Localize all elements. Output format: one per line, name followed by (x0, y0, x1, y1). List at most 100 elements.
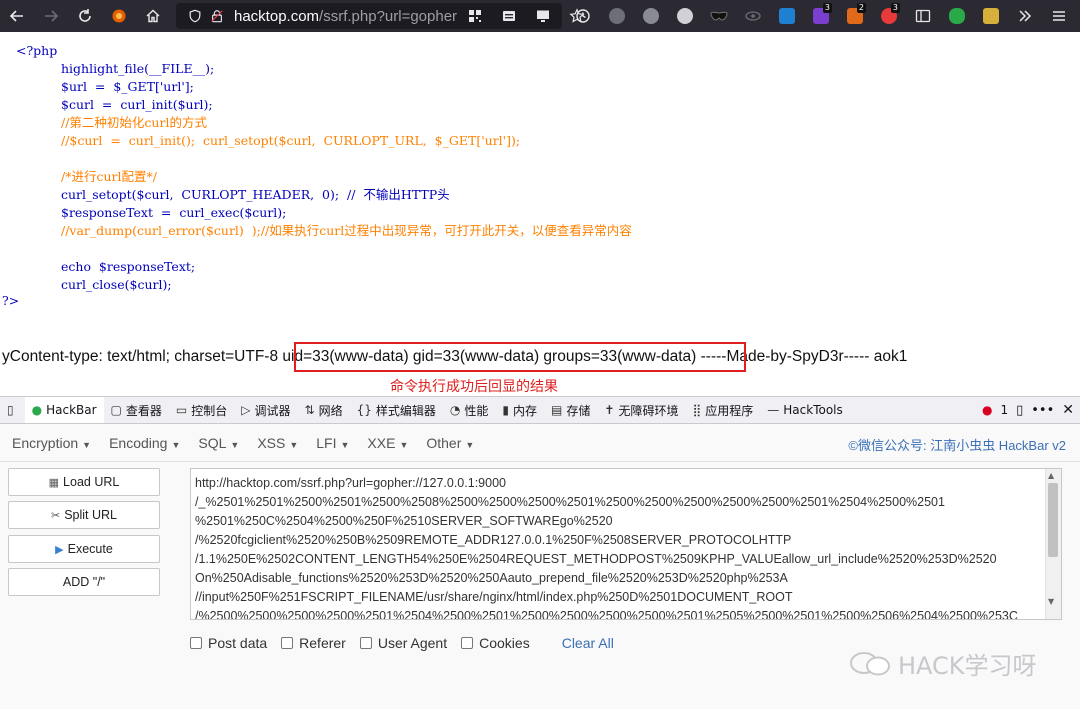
extension-green-icon[interactable] (940, 0, 974, 32)
devtools-tab-icon: {} (356, 403, 372, 417)
extension-dots-icon[interactable]: 3 (872, 0, 906, 32)
hackbar-menu-sql[interactable]: SQL ▼ (198, 435, 239, 451)
option-user-agent[interactable]: User Agent (359, 635, 447, 651)
error-count: 1 (1000, 403, 1009, 417)
devtools-tab-picker[interactable]: ▯ (0, 397, 25, 423)
checkbox[interactable] (190, 637, 202, 649)
execute-button[interactable]: ▶ Execute (8, 535, 160, 563)
screen-icon[interactable] (526, 0, 560, 32)
browser-toolbar: hacktop.com/ssrf.php?url=gopher 3 2 3 (0, 0, 1080, 32)
devtools-tab-item[interactable]: ● HackBar (24, 397, 104, 423)
devtools-tab-icon: ▭ (175, 403, 188, 417)
url-textarea-content[interactable]: http://hacktop.com/ssrf.php?url=gopher:/… (195, 474, 1043, 619)
close-icon[interactable]: ✕ (1062, 402, 1074, 418)
devtools-tab-label: 网络 (318, 403, 343, 418)
devtools-tab-item[interactable]: ⣿ 应用程序 (685, 397, 760, 423)
qr-code-icon[interactable] (458, 0, 492, 32)
reader-view-icon[interactable] (492, 0, 526, 32)
forward-icon[interactable] (34, 0, 68, 32)
hackbar-menu-label: Encoding (109, 434, 168, 451)
php-open-tag: <?php (16, 43, 58, 58)
hackbar-menu-xss[interactable]: XSS ▼ (257, 435, 298, 451)
devtools-tab-item[interactable]: ▢ 查看器 (104, 397, 169, 423)
hackbar-menu-lfi[interactable]: LFI ▼ (316, 435, 349, 451)
devtools-tab-item[interactable]: ⇅ 网络 (298, 397, 350, 423)
home-icon[interactable] (136, 0, 170, 32)
url-text-line: /%2520fcgiclient%2520%250B%2509REMOTE_AD… (195, 533, 792, 547)
extension-bug-icon[interactable] (600, 0, 634, 32)
load-url-button[interactable]: ▦ Load URL (8, 468, 160, 496)
code-line: $url = $_GET['url']; (61, 79, 194, 94)
option-label: Cookies (479, 635, 530, 651)
url-text[interactable]: hacktop.com/ssrf.php?url=gopher (234, 8, 457, 25)
back-icon[interactable] (0, 0, 34, 32)
devtools-tab-icon: ▯ (7, 403, 14, 417)
scroll-down-icon[interactable]: ▼ (1048, 597, 1054, 606)
extension-purple-icon[interactable]: 3 (804, 0, 838, 32)
url-text-line: On%250Adisable_functions%2520%253D%2520%… (195, 571, 788, 585)
reload-icon[interactable] (68, 0, 102, 32)
scroll-up-icon[interactable]: ▲ (1048, 471, 1054, 480)
devtools-tab-item[interactable]: {} 样式编辑器 (350, 397, 443, 423)
scrollbar-thumb[interactable] (1048, 483, 1058, 557)
extension-circle-icon[interactable] (668, 0, 702, 32)
url-text-line: /1.1%250E%2502CONTENT_LENGTH54%250E%2504… (195, 552, 997, 566)
devtools-tab-icon: ▷ (241, 403, 251, 417)
hackbar-menu-encryption[interactable]: Encryption ▼ (12, 435, 91, 451)
extension-mask-icon[interactable] (702, 0, 736, 32)
devtools-tab-item[interactable]: — HackTools (760, 397, 849, 423)
split-url-button[interactable]: ✂ Split URL (8, 501, 160, 529)
add-slash-button[interactable]: ADD "/" (8, 568, 160, 596)
extension-eye-icon[interactable] (736, 0, 770, 32)
devtools-tab-item[interactable]: ▤ 存储 (544, 397, 597, 423)
history-icon[interactable] (566, 0, 600, 32)
lock-icon[interactable] (206, 9, 228, 23)
sidebar-icon[interactable] (906, 0, 940, 32)
devtools-tab-icon: ⇅ (304, 403, 315, 417)
hackbar-menu-xxe[interactable]: XXE ▼ (367, 435, 408, 451)
checkbox[interactable] (281, 637, 294, 649)
extension-w-icon[interactable] (770, 0, 804, 32)
option-cookies[interactable]: Cookies (461, 635, 530, 651)
clear-all-link[interactable]: Clear All (562, 635, 614, 651)
extension-gear-icon[interactable] (634, 0, 668, 32)
devtools-tab-item[interactable]: ▮ 内存 (495, 397, 544, 423)
more-options-icon[interactable]: ••• (1031, 403, 1054, 418)
checkbox[interactable] (359, 637, 372, 649)
watermark-text: HACK学习呀 (898, 652, 1037, 680)
extension-yellow-icon[interactable] (974, 0, 1008, 32)
shield-icon[interactable] (184, 9, 206, 23)
devtools-tab-label: 应用程序 (705, 403, 754, 418)
chevron-down-icon: ▼ (230, 439, 240, 450)
error-icon[interactable]: ● (982, 403, 992, 417)
chevron-down-icon: ▼ (289, 439, 299, 450)
extension-orange-icon[interactable]: 2 (838, 0, 872, 32)
devtools-tab-icon: ▮ (502, 403, 509, 417)
devtools-tab-label: 无障碍环境 (618, 403, 679, 418)
chevron-down-icon: ▼ (171, 439, 181, 450)
devtools-tab-label: HackTools (783, 403, 843, 417)
devtools-tab-icon: ⣿ (692, 403, 702, 417)
firefox-extension-icon[interactable] (102, 0, 136, 32)
option-label: Post data (208, 635, 268, 651)
dock-icon[interactable]: ▯ (1016, 403, 1023, 418)
hackbar-menu-encoding[interactable]: Encoding ▼ (109, 435, 180, 451)
devtools-tab-item[interactable]: ◔ 性能 (443, 397, 496, 423)
hackbar-menu-label: XXE (367, 434, 396, 451)
option-referer[interactable]: Referer (281, 635, 346, 651)
devtools-tab-item[interactable]: ▷ 调试器 (234, 397, 297, 423)
overflow-chevron-icon[interactable] (1008, 0, 1042, 32)
split-url-icon: ✂ (50, 509, 61, 522)
code-line: $responseText = curl_exec($curl); (61, 205, 287, 220)
devtools-tab-label: 存储 (566, 403, 591, 418)
devtools-tab-item[interactable]: ✝ 无障碍环境 (597, 397, 685, 423)
textarea-scrollbar[interactable]: ▲ ▼ (1045, 469, 1061, 619)
execute-label: Execute (67, 542, 113, 556)
checkbox[interactable] (461, 637, 474, 649)
option-post-data[interactable]: Post data (190, 635, 267, 651)
hackbar-menu-other[interactable]: Other ▼ (426, 435, 474, 451)
url-textarea[interactable]: http://hacktop.com/ssrf.php?url=gopher:/… (190, 468, 1062, 620)
devtools-tab-item[interactable]: ▭ 控制台 (169, 397, 234, 423)
hamburger-menu-icon[interactable] (1042, 0, 1076, 32)
devtools-tab-label: 性能 (464, 403, 489, 418)
